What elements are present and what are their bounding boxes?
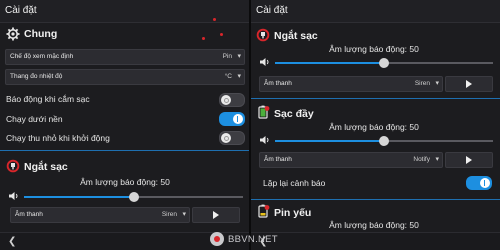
sound-value: Siren bbox=[161, 211, 177, 218]
speaker-icon bbox=[260, 136, 269, 144]
play-icon bbox=[466, 80, 472, 88]
view-mode-label: Chế độ xem mặc định bbox=[10, 53, 74, 60]
alarm-on-charge-label: Báo động khi cắm sạc bbox=[6, 94, 90, 104]
title-bar: Cài đặt bbox=[0, 0, 249, 23]
page-title: Cài đặt bbox=[5, 5, 37, 16]
temperature-unit-value: °C bbox=[224, 73, 232, 80]
watermark-logo-icon bbox=[210, 232, 224, 246]
section-divider bbox=[0, 150, 249, 151]
gear-icon bbox=[6, 27, 20, 41]
sound-label: Âm thanh bbox=[264, 80, 292, 87]
section-title-general: Chung bbox=[24, 28, 58, 40]
play-sound-button[interactable] bbox=[192, 207, 240, 223]
toggle-knob bbox=[233, 114, 243, 124]
chevron-down-icon: ▾ bbox=[435, 80, 439, 87]
section-title-disconnect: Ngắt sạc bbox=[24, 161, 68, 173]
notification-dot bbox=[213, 18, 216, 21]
temperature-unit-label: Thang đo nhiệt độ bbox=[10, 73, 63, 80]
sound-select[interactable]: Âm thanh Siren ▾ bbox=[10, 207, 190, 223]
notification-dot bbox=[202, 37, 205, 40]
settings-panel-left: Cài đặt Chung Chế độ xem mặc định Pin ▾ … bbox=[0, 0, 249, 250]
watermark-logo-dot bbox=[214, 236, 220, 242]
start-minimized-toggle[interactable] bbox=[219, 131, 245, 145]
repeat-alert-label: Lặp lại cảnh báo bbox=[263, 178, 326, 188]
volume-slider-thumb[interactable] bbox=[379, 58, 389, 68]
start-minimized-label: Chạy thu nhỏ khi khởi động bbox=[6, 133, 110, 143]
volume-label: Âm lượng báo động: 50 bbox=[80, 177, 170, 187]
watermark-text: BBVN.NET bbox=[228, 234, 278, 245]
page-title: Cài đặt bbox=[256, 5, 288, 16]
run-in-background-label: Chạy dưới nền bbox=[6, 114, 63, 124]
play-sound-button[interactable] bbox=[445, 76, 493, 92]
sound-label: Âm thanh bbox=[264, 156, 292, 163]
volume-slider-fill bbox=[275, 140, 384, 142]
unplug-alarm-icon bbox=[256, 28, 270, 42]
volume-slider-fill bbox=[24, 196, 134, 198]
volume-slider-thumb[interactable] bbox=[379, 136, 389, 146]
notification-dot bbox=[220, 33, 223, 36]
volume-slider[interactable] bbox=[24, 192, 243, 202]
speaker-icon bbox=[9, 192, 18, 200]
sound-select[interactable]: Âm thanh Siren ▾ bbox=[259, 76, 443, 92]
volume-slider[interactable] bbox=[275, 136, 493, 146]
run-in-background-toggle[interactable] bbox=[219, 112, 245, 126]
section-title-full: Sạc đầy bbox=[274, 108, 314, 120]
battery-low-icon bbox=[258, 204, 270, 218]
chevron-down-icon: ▾ bbox=[237, 73, 241, 80]
volume-label: Âm lượng báo động: 50 bbox=[329, 220, 419, 230]
watermark: BBVN.NET bbox=[210, 232, 302, 246]
volume-slider[interactable] bbox=[275, 58, 493, 68]
toggle-off-mark bbox=[224, 136, 229, 141]
toggle-off-mark bbox=[224, 98, 229, 103]
volume-slider-thumb[interactable] bbox=[128, 192, 139, 202]
chevron-down-icon: ▾ bbox=[435, 156, 439, 163]
play-sound-button[interactable] bbox=[445, 152, 493, 168]
chevron-down-icon: ▾ bbox=[182, 211, 186, 218]
view-mode-value: Pin bbox=[222, 53, 232, 60]
unplug-alarm-icon bbox=[6, 159, 20, 173]
speaker-icon bbox=[260, 58, 269, 66]
section-divider bbox=[251, 199, 500, 200]
section-title-low: Pin yếu bbox=[274, 207, 312, 219]
battery-full-icon bbox=[258, 105, 270, 119]
repeat-alert-toggle[interactable] bbox=[466, 176, 492, 190]
play-icon bbox=[466, 156, 472, 164]
toggle-on-mark bbox=[237, 116, 238, 122]
chevron-down-icon: ▾ bbox=[237, 53, 241, 60]
section-divider bbox=[251, 98, 500, 99]
toggle-knob bbox=[221, 133, 231, 143]
temperature-unit-select[interactable]: Thang đo nhiệt độ °C ▾ bbox=[5, 69, 245, 85]
volume-slider-fill bbox=[275, 62, 384, 64]
toggle-knob bbox=[221, 95, 231, 105]
sound-select[interactable]: Âm thanh Notify ▾ bbox=[259, 152, 443, 168]
alarm-on-charge-toggle[interactable] bbox=[219, 93, 245, 107]
sound-value: Siren bbox=[414, 80, 430, 87]
sound-label: Âm thanh bbox=[15, 211, 43, 218]
toggle-knob bbox=[480, 178, 490, 188]
volume-label: Âm lượng báo động: 50 bbox=[329, 122, 419, 132]
sound-value: Notify bbox=[413, 156, 430, 163]
settings-panel-right: Cài đặt Ngắt sạc Âm lượng báo động: 50 Â… bbox=[251, 0, 500, 250]
view-mode-select[interactable]: Chế độ xem mặc định Pin ▾ bbox=[5, 49, 245, 65]
title-bar: Cài đặt bbox=[251, 0, 500, 23]
toggle-on-mark bbox=[484, 180, 485, 186]
play-icon bbox=[213, 211, 219, 219]
volume-label: Âm lượng báo động: 50 bbox=[329, 44, 419, 54]
back-arrow-icon[interactable]: ❮ bbox=[8, 236, 16, 247]
section-title-disconnect: Ngắt sạc bbox=[274, 30, 318, 42]
